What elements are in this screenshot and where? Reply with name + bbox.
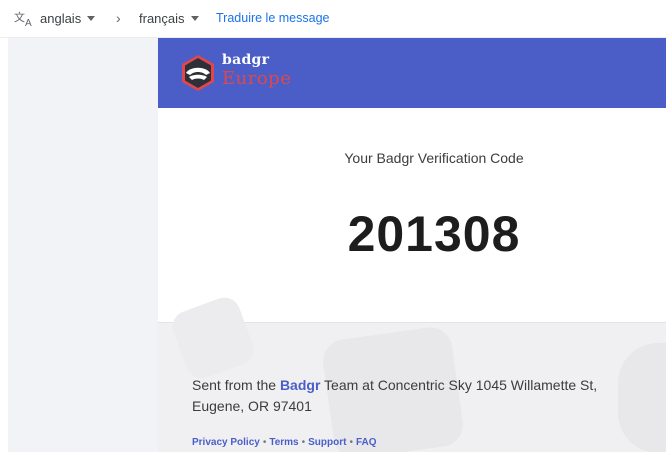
source-language-label: anglais bbox=[40, 11, 82, 26]
sender-address: Sent from the Badgr Team at Concentric S… bbox=[192, 377, 598, 414]
target-language-select[interactable]: français bbox=[139, 11, 199, 26]
support-link[interactable]: Support bbox=[308, 437, 346, 448]
footer-links: Privacy Policy • Terms • Support • FAQ bbox=[192, 437, 377, 448]
email-body: badgr Europe Your Badgr Verification Cod… bbox=[158, 38, 666, 452]
chevron-right-icon: › bbox=[116, 10, 121, 26]
brand-name: badgr bbox=[222, 52, 270, 68]
badgr-logo-icon bbox=[182, 55, 214, 91]
svg-text:文: 文 bbox=[14, 11, 25, 24]
faq-link[interactable]: FAQ bbox=[356, 437, 377, 448]
target-language-label: français bbox=[139, 11, 185, 26]
brand-region: Europe bbox=[222, 68, 292, 89]
translate-message-link[interactable]: Traduire le message bbox=[216, 11, 329, 25]
left-gutter bbox=[8, 38, 158, 452]
svg-text:A: A bbox=[25, 18, 32, 27]
source-language-select[interactable]: anglais bbox=[40, 11, 96, 26]
chevron-down-icon bbox=[87, 16, 96, 21]
translate-bar: 文 A anglais › français Traduire le messa… bbox=[0, 0, 666, 38]
terms-link[interactable]: Terms bbox=[269, 437, 298, 448]
chevron-down-icon bbox=[190, 16, 199, 21]
privacy-policy-link[interactable]: Privacy Policy bbox=[192, 437, 260, 448]
team-name: Badgr bbox=[279, 377, 321, 393]
email-header: badgr Europe bbox=[158, 38, 666, 108]
email-footer: Sent from the Badgr Team at Concentric S… bbox=[158, 293, 666, 452]
footer-decoration bbox=[168, 293, 258, 383]
verification-code-label: Your Badgr Verification Code bbox=[344, 150, 524, 166]
verification-code: 201308 bbox=[347, 206, 521, 262]
translate-icon: 文 A bbox=[14, 11, 32, 27]
